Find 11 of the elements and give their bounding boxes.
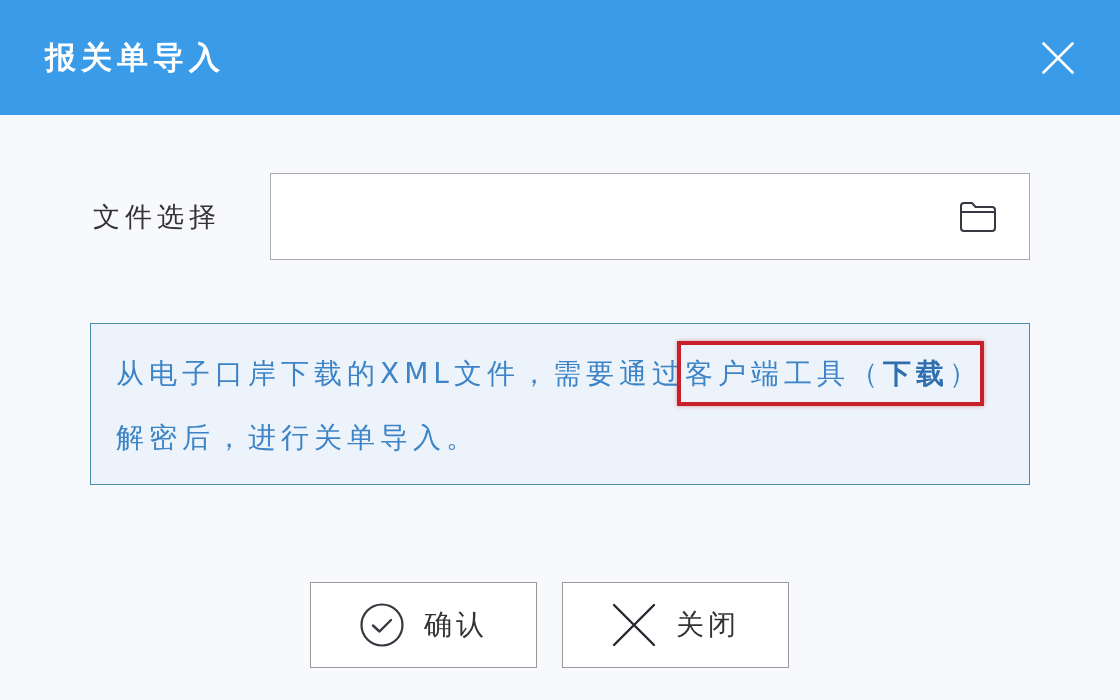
close-icon[interactable]: [1042, 41, 1074, 74]
dialog-title: 报关单导入: [45, 37, 225, 77]
check-circle-icon: [359, 603, 404, 647]
field-label: 文件选择: [93, 199, 222, 234]
download-link[interactable]: 下载: [882, 357, 949, 390]
close-button[interactable]: 关闭: [562, 582, 789, 668]
file-input-field[interactable]: [270, 173, 1030, 260]
folder-icon[interactable]: [959, 200, 997, 233]
confirm-button[interactable]: 确认: [310, 582, 537, 668]
close-icon: [611, 603, 656, 647]
notice-text: 从电子口岸下载的XML文件，需要通过 客户端工具（下载） 解密后，进行关单导入。: [116, 342, 1009, 470]
